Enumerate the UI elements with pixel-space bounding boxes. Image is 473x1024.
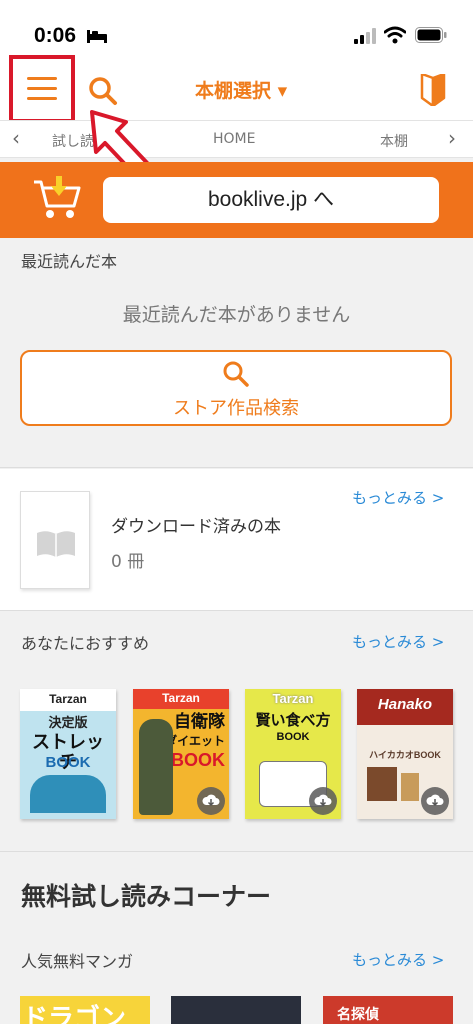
cover-headline: 賢い食べ方 xyxy=(255,712,331,729)
download-badge-icon[interactable] xyxy=(421,787,449,815)
sleep-mode-icon xyxy=(87,30,107,43)
cover-sub: BOOK xyxy=(45,754,91,771)
downloaded-books-section[interactable]: ダウンロード済みの本 0 冊 もっとみる > xyxy=(0,469,473,611)
cover-illustration xyxy=(367,767,397,801)
cover-brand: Tarzan xyxy=(162,691,200,705)
tab-bookshelf[interactable]: 本棚 xyxy=(380,131,408,151)
menu-button[interactable] xyxy=(9,55,75,123)
booklive-link-button[interactable]: booklive.jp へ xyxy=(103,177,439,223)
downloaded-books-title: ダウンロード済みの本 xyxy=(111,517,281,537)
search-icon xyxy=(223,361,249,387)
download-badge-icon[interactable] xyxy=(309,787,337,815)
cover-brand: Tarzan xyxy=(49,692,87,706)
store-search-button[interactable]: ストア作品検索 xyxy=(20,350,452,426)
recent-empty-message: 最近読んだ本がありません xyxy=(122,304,351,326)
beginner-mark-icon[interactable] xyxy=(420,74,446,106)
cover-illustration xyxy=(30,775,106,813)
manga-cover-text: ドラゴン xyxy=(22,1004,127,1024)
tab-next-chevron-icon[interactable]: › xyxy=(448,126,456,150)
recommendations-title: あなたにおすすめ xyxy=(21,634,150,653)
book-cover-3[interactable]: Tarzan 賢い食べ方 BOOK xyxy=(245,689,341,819)
signal-icon xyxy=(354,28,376,44)
cover-headline: 決定版 xyxy=(48,715,88,730)
cover-illustration-part xyxy=(401,773,419,801)
menu-icon xyxy=(27,77,57,80)
book-cover-4[interactable]: Hanako ハイカカオBOOK xyxy=(357,689,453,819)
free-manga-more-link[interactable]: もっとみる > xyxy=(352,949,444,970)
downloaded-more-link[interactable]: もっとみる > xyxy=(352,487,444,508)
cover-illustration xyxy=(139,719,173,815)
book-cover-1[interactable]: Tarzan 決定版 ストレッチ BOOK xyxy=(20,689,116,819)
cover-brand: Hanako xyxy=(377,696,433,713)
open-book-icon xyxy=(37,531,75,557)
book-cover-2[interactable]: Tarzan 自衛隊 ダイエット BOOK xyxy=(133,689,229,819)
book-placeholder-thumbnail xyxy=(20,491,90,589)
recommendations-more-link[interactable]: もっとみる > xyxy=(352,631,444,652)
download-badge-icon[interactable] xyxy=(197,787,225,815)
manga-cover-2[interactable] xyxy=(171,996,301,1024)
status-time: 0:06 xyxy=(34,24,77,47)
status-bar: 0:06 xyxy=(0,0,473,60)
manga-cover-3[interactable]: 名探偵 xyxy=(323,996,453,1024)
store-search-label: ストア作品検索 xyxy=(173,398,299,419)
battery-icon xyxy=(415,27,447,43)
manga-cover-1[interactable]: ドラゴン xyxy=(20,996,150,1024)
shelf-select-dropdown[interactable]: 本棚選択 ▾ xyxy=(195,76,287,103)
tab-bar: ‹ 試し読み HOME 本棚 › xyxy=(0,120,473,158)
cover-brand: Tarzan xyxy=(272,691,314,706)
tab-home[interactable]: HOME xyxy=(213,131,255,147)
cover-sub: BOOK xyxy=(276,731,310,743)
cover-headline: ハイカカオBOOK xyxy=(369,750,441,760)
recent-books-section: 最近読んだ本 最近読んだ本がありません ストア作品検索 xyxy=(0,238,473,468)
recent-books-title: 最近読んだ本 xyxy=(21,252,118,271)
downloaded-books-count: 0 冊 xyxy=(111,552,145,572)
manga-cover-text: 名探偵 xyxy=(337,1007,379,1023)
menu-icon-bar xyxy=(27,97,57,100)
free-trial-section: 無料試し読みコーナー 人気無料マンガ もっとみる > ドラゴン 名探偵 xyxy=(0,853,473,1024)
search-icon[interactable] xyxy=(88,76,118,106)
recommendations-section: あなたにおすすめ もっとみる > Tarzan 決定版 ストレッチ BOOK T… xyxy=(0,612,473,852)
tab-prev-chevron-icon[interactable]: ‹ xyxy=(12,126,20,150)
cart-icon xyxy=(34,176,81,218)
menu-icon-bar xyxy=(27,87,57,90)
wifi-icon xyxy=(384,26,406,44)
free-trial-title: 無料試し読みコーナー xyxy=(21,882,272,911)
free-manga-title: 人気無料マンガ xyxy=(21,952,134,971)
store-banner: booklive.jp へ xyxy=(0,162,473,238)
